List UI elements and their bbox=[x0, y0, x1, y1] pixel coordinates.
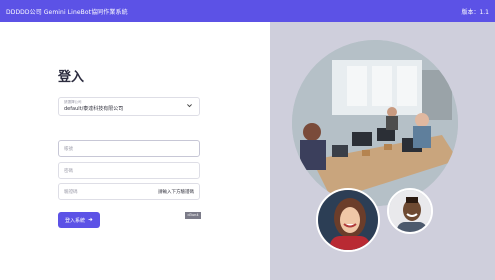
arrow-right-icon bbox=[88, 217, 93, 224]
login-title: 登入 bbox=[58, 70, 85, 85]
login-submit-button[interactable]: 登入系統 bbox=[58, 212, 100, 228]
captcha-image[interactable]: d3un4 bbox=[185, 212, 201, 219]
captcha-placeholder: 驗證碼 bbox=[64, 190, 78, 195]
login-submit-label: 登入系統 bbox=[64, 217, 85, 224]
captcha-hint: 請輸入下方驗證碼 bbox=[158, 190, 194, 195]
avatar-woman bbox=[316, 188, 380, 252]
password-placeholder: 密碼 bbox=[64, 169, 73, 174]
account-field[interactable]: 帳號 bbox=[58, 140, 200, 157]
version-label: 版本：1.1 bbox=[461, 8, 489, 16]
chevron-down-icon bbox=[186, 102, 193, 111]
company-select-value: default/泰達科技有限公司 bbox=[64, 106, 124, 112]
app-title: DDDDD公司 Gemini LineBot協同作業系統 bbox=[6, 8, 128, 16]
office-photo bbox=[292, 40, 458, 206]
captcha-field[interactable]: 驗證碼 請輸入下方驗證碼 bbox=[58, 183, 200, 200]
account-placeholder: 帳號 bbox=[64, 147, 73, 152]
avatar-man bbox=[387, 188, 433, 234]
password-field[interactable]: 密碼 bbox=[58, 162, 200, 179]
top-bar: DDDDD公司 Gemini LineBot協同作業系統 版本：1.1 bbox=[0, 0, 495, 22]
company-select[interactable]: 請選擇公司 default/泰達科技有限公司 bbox=[58, 97, 200, 116]
